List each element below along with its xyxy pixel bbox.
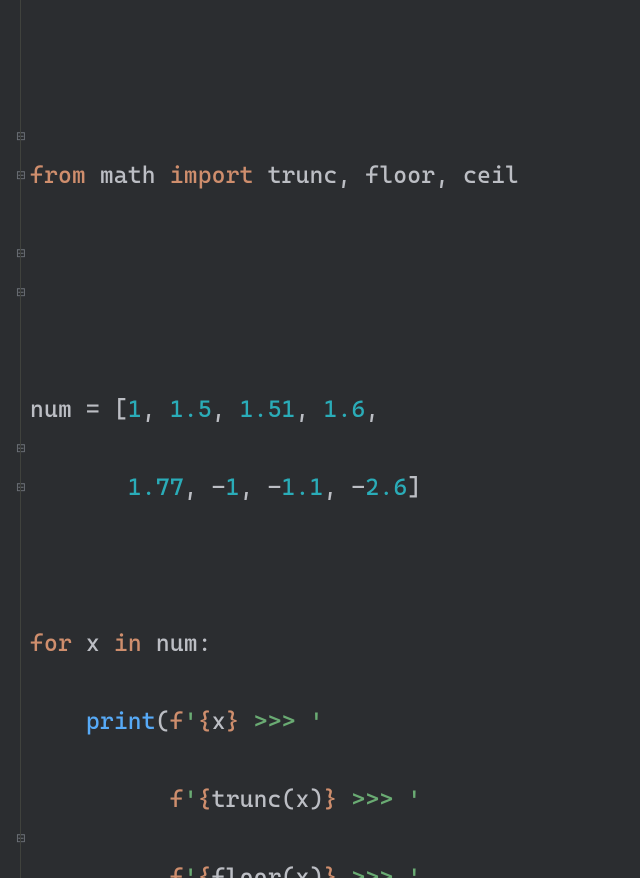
code-line[interactable]: f'{trunc(x)} >>> ': [30, 780, 640, 819]
code-line[interactable]: for x in num:: [30, 624, 640, 663]
code-line[interactable]: f'{floor(x)} >>> ': [30, 858, 640, 878]
fn-floor: floor: [212, 863, 282, 878]
keyword-for: for: [30, 629, 72, 657]
number: 1.5: [170, 395, 212, 423]
code-line[interactable]: num = [1, 1.5, 1.51, 1.6,: [30, 390, 640, 429]
bracket-open: [: [114, 395, 128, 423]
gutter: ⊟ ⊟ ⊟ ⊟ ⊟ ⊟ ⊟: [0, 0, 30, 878]
var-num: num: [30, 395, 72, 423]
fold-marker[interactable]: ⊟: [14, 819, 28, 858]
var-x: x: [86, 629, 100, 657]
code-line[interactable]: 1.77, -1, -1.1, -2.6]: [30, 468, 640, 507]
code-line[interactable]: [30, 312, 640, 351]
fn-trunc: trunc: [212, 785, 282, 813]
keyword-in: in: [114, 629, 142, 657]
code-line[interactable]: [30, 234, 640, 273]
module-name: math: [100, 161, 156, 189]
fold-marker[interactable]: ⊟: [14, 117, 28, 156]
code-editor[interactable]: ⊟ ⊟ ⊟ ⊟ ⊟ ⊟ ⊟ from math import trunc, fl…: [0, 0, 640, 878]
code-line[interactable]: print(f'{x} >>> ': [30, 702, 640, 741]
var-num: num: [156, 629, 198, 657]
import-names: trunc, floor, ceil: [268, 161, 519, 189]
number: 1.77: [128, 473, 184, 501]
fold-marker[interactable]: ⊟: [14, 468, 28, 507]
number: 2.6: [365, 473, 407, 501]
number: 1.1: [282, 473, 324, 501]
fold-marker[interactable]: ⊟: [14, 156, 28, 195]
builtin-print: print: [86, 707, 156, 735]
number: 1: [128, 395, 142, 423]
number: 1: [226, 473, 240, 501]
equals: =: [72, 395, 114, 423]
fold-marker[interactable]: ⊟: [14, 429, 28, 468]
fold-marker[interactable]: ⊟: [14, 273, 28, 312]
number: 1.6: [323, 395, 365, 423]
bracket-close: ]: [407, 473, 421, 501]
fold-marker[interactable]: ⊟: [14, 234, 28, 273]
keyword-import: import: [170, 161, 254, 189]
code-line[interactable]: from math import trunc, floor, ceil: [30, 156, 640, 195]
code-line[interactable]: [30, 546, 640, 585]
number: 1.51: [240, 395, 296, 423]
code-area[interactable]: from math import trunc, floor, ceil num …: [30, 117, 640, 878]
